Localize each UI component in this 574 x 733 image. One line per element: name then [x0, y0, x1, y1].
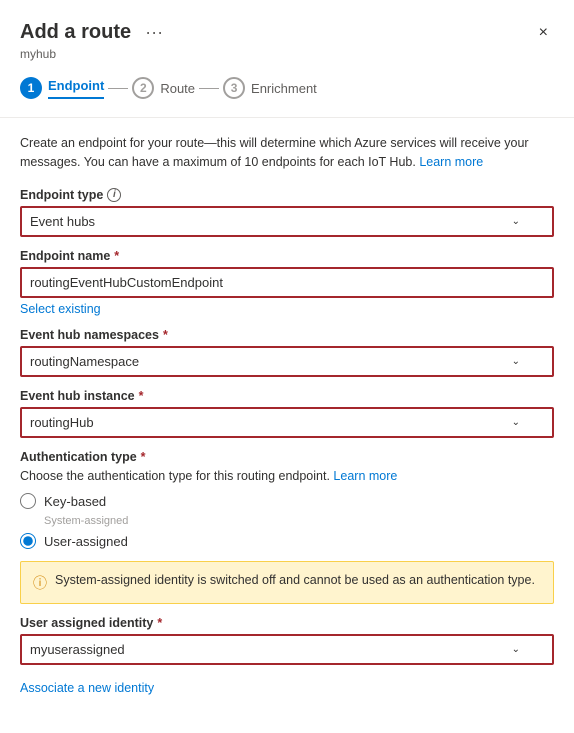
endpoint-name-required: *	[114, 249, 119, 263]
event-hub-instance-required: *	[139, 389, 144, 403]
key-based-radio[interactable]	[20, 493, 36, 509]
learn-more-link[interactable]: Learn more	[419, 155, 483, 169]
endpoint-type-info-icon[interactable]: i	[107, 188, 121, 202]
steps-row: 1 Endpoint 2 Route 3 Enrichment	[20, 71, 554, 105]
associate-new-identity-link[interactable]: Associate a new identity	[20, 681, 154, 695]
event-hub-namespaces-chevron-icon: ⌄	[512, 356, 520, 367]
system-assigned-wrapper: System-assigned	[20, 515, 554, 527]
endpoint-name-label: Endpoint name *	[20, 249, 554, 263]
user-assigned-identity-chevron-icon: ⌄	[512, 644, 520, 655]
event-hub-instance-chevron-icon: ⌄	[512, 417, 520, 428]
radio-group: Key-based System-assigned User-assigned	[20, 493, 554, 549]
step-divider-1	[108, 88, 128, 89]
user-assigned-identity-required: *	[157, 616, 162, 630]
warning-box: ⓘ System-assigned identity is switched o…	[20, 561, 554, 604]
close-button[interactable]: ×	[533, 22, 554, 44]
event-hub-namespaces-select[interactable]: routingNamespace ⌄	[20, 346, 554, 377]
auth-description: Choose the authentication type for this …	[20, 468, 554, 486]
system-assigned-sublabel: System-assigned	[44, 515, 554, 527]
radio-key-based[interactable]: Key-based	[20, 493, 554, 509]
step-divider-2	[199, 88, 219, 89]
step-3-circle: 3	[223, 77, 245, 99]
step-2-circle: 2	[132, 77, 154, 99]
endpoint-type-label: Endpoint type i	[20, 188, 554, 202]
user-assigned-identity-select[interactable]: myuserassigned ⌄	[20, 634, 554, 665]
endpoint-name-group: Endpoint name * Select existing	[20, 249, 554, 316]
select-existing-link[interactable]: Select existing	[20, 302, 101, 316]
step-3-label: Enrichment	[251, 81, 317, 96]
endpoint-name-input[interactable]	[20, 267, 554, 298]
title-row: Add a route ··· ×	[20, 20, 554, 45]
radio-user-assigned[interactable]: User-assigned	[20, 533, 554, 549]
key-based-label: Key-based	[44, 494, 106, 509]
event-hub-namespaces-group: Event hub namespaces * routingNamespace …	[20, 328, 554, 377]
event-hub-instance-select[interactable]: routingHub ⌄	[20, 407, 554, 438]
user-assigned-identity-group: User assigned identity * myuserassigned …	[20, 616, 554, 665]
panel-header: Add a route ··· × myhub 1 Endpoint 2 Rou…	[0, 0, 574, 118]
warning-text: System-assigned identity is switched off…	[55, 572, 535, 590]
panel-title: Add a route	[20, 21, 131, 44]
endpoint-type-group: Endpoint type i Event hubs ⌄	[20, 188, 554, 237]
step-1-circle: 1	[20, 77, 42, 99]
step-2-label: Route	[160, 81, 195, 96]
step-1-label: Endpoint	[48, 78, 104, 99]
panel-subtitle: myhub	[20, 47, 554, 61]
auth-type-required: *	[141, 450, 146, 464]
description-text: Create an endpoint for your route—this w…	[20, 134, 554, 172]
auth-type-section: Authentication type * Choose the authent…	[20, 450, 554, 550]
user-assigned-identity-label: User assigned identity *	[20, 616, 554, 630]
auth-learn-more-link[interactable]: Learn more	[333, 469, 397, 483]
user-assigned-label: User-assigned	[44, 534, 128, 549]
warning-icon: ⓘ	[33, 573, 47, 593]
endpoint-type-select[interactable]: Event hubs ⌄	[20, 206, 554, 237]
step-endpoint[interactable]: 1 Endpoint	[20, 71, 104, 105]
auth-type-label: Authentication type *	[20, 450, 554, 464]
user-assigned-radio[interactable]	[20, 533, 36, 549]
add-route-panel: Add a route ··· × myhub 1 Endpoint 2 Rou…	[0, 0, 574, 733]
ellipsis-button[interactable]: ···	[139, 20, 169, 45]
step-enrichment[interactable]: 3 Enrichment	[223, 71, 317, 105]
step-route[interactable]: 2 Route	[132, 71, 195, 105]
panel-body: Create an endpoint for your route—this w…	[0, 118, 574, 715]
event-hub-instance-group: Event hub instance * routingHub ⌄	[20, 389, 554, 438]
event-hub-namespaces-label: Event hub namespaces *	[20, 328, 554, 342]
endpoint-type-chevron-icon: ⌄	[512, 216, 520, 227]
event-hub-namespaces-required: *	[163, 328, 168, 342]
event-hub-instance-label: Event hub instance *	[20, 389, 554, 403]
